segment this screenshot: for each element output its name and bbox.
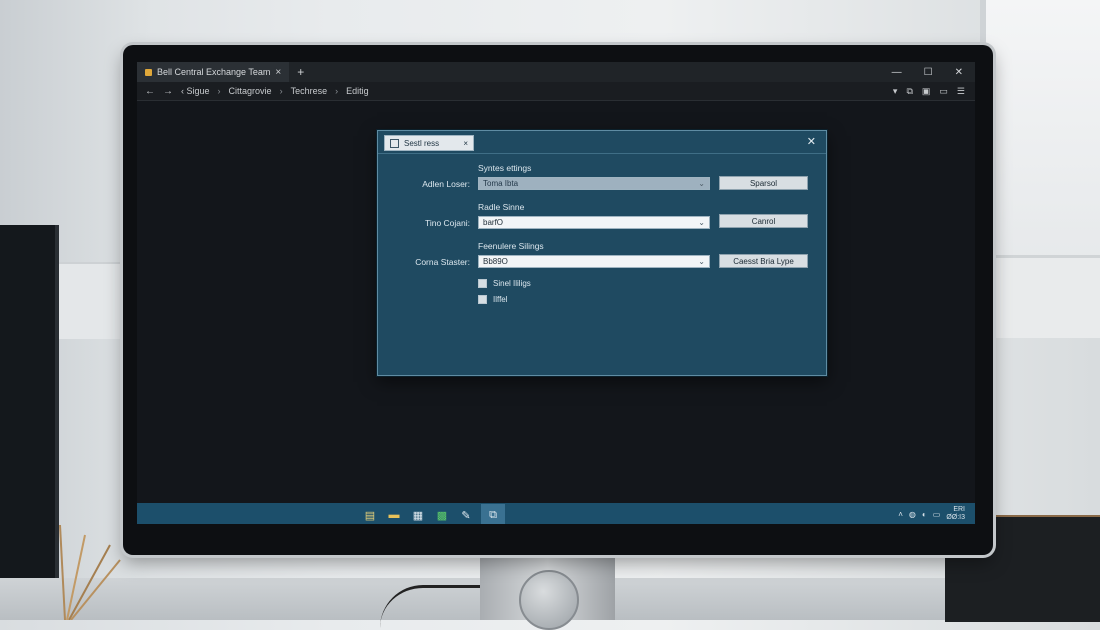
breadcrumb-item[interactable]: Cittagrovie <box>229 86 272 96</box>
select-value: barfO <box>483 218 504 227</box>
tab-bar: Bell Central Exchange Team × + — ☐ ✕ <box>137 62 975 82</box>
breadcrumb-sep: › <box>217 86 221 96</box>
dialog-tab-close-icon[interactable]: × <box>463 139 468 148</box>
select-value: Bb89O <box>483 257 508 266</box>
checkbox-row[interactable]: Sinel Ililigs <box>478 279 531 288</box>
checkbox-label: Sinel Ililigs <box>493 279 531 288</box>
new-tab-button[interactable]: + <box>297 65 304 79</box>
toolbar-icons: ▾ ⧉ ▣ ▭ ☰ <box>893 86 975 97</box>
taskbar: ▤ ▬ ▦ ▩ ✎ ⧉ ˄ ◍ ◐ ▭ ERI ØØ:I3 <box>137 503 975 524</box>
dialog-tab[interactable]: Sestl ress × <box>384 135 474 151</box>
clock[interactable]: ERI ØØ:I3 <box>946 506 965 522</box>
dialog-divider <box>378 153 826 154</box>
settings-dialog: Sestl ress × ✕ Syntes ettings Adlen Lose… <box>377 130 827 376</box>
favicon-icon <box>145 68 152 76</box>
sidebar-icon[interactable]: ▭ <box>939 86 948 97</box>
field-label: Tino Cojani: <box>424 218 470 228</box>
field-label: Corna Staster: <box>415 257 470 267</box>
taskbar-apps: ▤ ▬ ▦ ▩ ✎ ⧉ <box>361 504 505 524</box>
section-button[interactable]: Caesst Bria Lype <box>719 254 808 268</box>
chevron-down-icon: ⌄ <box>698 179 705 188</box>
tab-title: Bell Central Exchange Team <box>157 67 271 77</box>
breadcrumb-sep: › <box>335 86 339 96</box>
close-window-button[interactable]: ✕ <box>955 67 963 78</box>
pencil-cup <box>59 524 121 620</box>
breadcrumb-item[interactable]: Editig <box>346 86 369 96</box>
side-monitor <box>0 225 59 620</box>
forward-button[interactable]: → <box>163 86 173 97</box>
file-explorer-icon[interactable]: ▤ <box>361 506 379 524</box>
settings-icon <box>390 138 399 148</box>
battery-icon[interactable]: ▭ <box>933 510 941 519</box>
section-heading: Radle Sinne <box>478 202 525 212</box>
minimize-button[interactable]: — <box>892 67 902 78</box>
share-icon[interactable]: ⧉ <box>906 86 912 97</box>
time-select[interactable]: barfO ⌄ <box>478 216 710 229</box>
folder-icon[interactable]: ▬ <box>385 506 403 524</box>
network-icon[interactable]: ◍ <box>909 510 916 519</box>
settings-app-icon[interactable]: ⧉ <box>481 504 505 524</box>
chevron-up-icon[interactable]: ˄ <box>898 510 903 519</box>
extension-icon[interactable]: ▣ <box>922 86 931 97</box>
section-button[interactable]: Canrol <box>719 214 808 228</box>
spreadsheet-icon[interactable]: ▩ <box>433 506 451 524</box>
monitor: Bell Central Exchange Team × + — ☐ ✕ ← →… <box>123 45 993 555</box>
checkbox-row[interactable]: Ilffel <box>478 295 508 304</box>
window-controls: — ☐ ✕ <box>892 67 975 78</box>
dialog-close-button[interactable]: ✕ <box>807 135 816 148</box>
back-button[interactable]: ← <box>145 86 155 97</box>
screen: Bell Central Exchange Team × + — ☐ ✕ ← →… <box>137 62 975 524</box>
section-heading: Syntes ettings <box>478 163 532 173</box>
checkbox-label: Ilffel <box>493 295 508 304</box>
clock-date: ØØ:I3 <box>946 514 965 521</box>
section-button[interactable]: Sparsol <box>719 176 808 190</box>
volume-icon[interactable]: ◐ <box>922 510 927 519</box>
breadcrumb-sep: › <box>279 86 283 96</box>
checkbox[interactable] <box>478 279 487 288</box>
system-tray: ˄ ◍ ◐ ▭ ERI ØØ:I3 <box>898 506 965 522</box>
browser-tab[interactable]: Bell Central Exchange Team × <box>137 62 290 82</box>
starter-select[interactable]: Bb89O ⌄ <box>478 255 710 268</box>
checkbox[interactable] <box>478 295 487 304</box>
clock-time: ERI <box>953 506 965 513</box>
breadcrumb-item[interactable]: Techrese <box>291 86 328 96</box>
user-select[interactable]: Toma Ibta ⌄ <box>478 177 710 190</box>
stand-knob <box>519 570 579 630</box>
chevron-down-icon: ⌄ <box>698 218 705 227</box>
dropdown-icon[interactable]: ▾ <box>893 86 898 97</box>
editor-icon[interactable]: ✎ <box>457 506 475 524</box>
section-heading: Feenulere Silings <box>478 241 544 251</box>
tab-close-icon[interactable]: × <box>275 67 281 78</box>
chevron-down-icon: ⌄ <box>698 257 705 266</box>
address-bar: ← → ‹ Sigue › Cittagrovie › Techrese › E… <box>137 82 975 101</box>
menu-icon[interactable]: ☰ <box>957 86 965 97</box>
maximize-button[interactable]: ☐ <box>924 67 933 78</box>
dialog-titlebar: Sestl ress × ✕ <box>378 131 826 151</box>
field-label: Adlen Loser: <box>422 179 470 189</box>
select-value: Toma Ibta <box>483 179 519 188</box>
breadcrumb-item[interactable]: ‹ Sigue <box>181 86 210 96</box>
calendar-icon[interactable]: ▦ <box>409 506 427 524</box>
dialog-tab-label: Sestl ress <box>404 138 440 148</box>
